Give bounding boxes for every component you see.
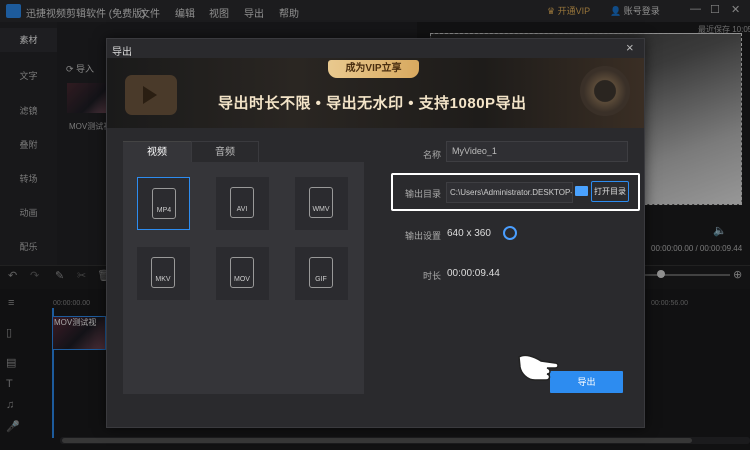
- file-icon: [152, 188, 176, 219]
- export-setting-label: 输出设置: [405, 231, 442, 241]
- dialog-title: 导出: [112, 47, 132, 58]
- name-input[interactable]: MyVideo_1: [446, 141, 628, 162]
- format-gif[interactable]: GIF: [295, 247, 348, 300]
- format-label: AVI: [236, 206, 248, 213]
- format-mov[interactable]: MOV: [216, 247, 269, 300]
- duration-value: 00:00:09.44: [447, 268, 500, 279]
- file-icon: [151, 257, 175, 288]
- folder-icon[interactable]: [575, 186, 588, 196]
- close-icon[interactable]: ×: [626, 40, 634, 55]
- film-reel-icon: [580, 66, 630, 116]
- format-label: WMV: [312, 206, 330, 213]
- format-label: MKV: [155, 276, 171, 283]
- pointing-hand-icon: [518, 354, 559, 381]
- format-mkv[interactable]: MKV: [137, 247, 190, 300]
- file-icon: [309, 257, 333, 288]
- file-icon: [230, 187, 254, 218]
- duration-label: 时长: [423, 271, 442, 281]
- file-icon: [309, 187, 333, 218]
- output-dir-input[interactable]: C:\Users\Administrator.DESKTOP-: [446, 182, 573, 203]
- output-dir-label: 输出目录: [405, 189, 442, 199]
- file-icon: [230, 257, 254, 288]
- format-label: MP4: [156, 207, 172, 214]
- export-setting-value: 640 x 360: [447, 228, 491, 239]
- format-mp4[interactable]: MP4: [137, 177, 190, 230]
- format-label: GIF: [315, 276, 327, 283]
- banner-headline: 导出时长不限 • 导出无水印 • 支持1080P导出: [218, 95, 527, 112]
- vip-badge: 成为VIP立享: [328, 60, 419, 78]
- play-icon: [143, 86, 157, 104]
- gear-icon[interactable]: [503, 226, 517, 240]
- name-label: 名称: [423, 150, 442, 160]
- tab-video[interactable]: 视频: [123, 141, 191, 163]
- format-label: MOV: [234, 276, 250, 283]
- open-directory-button[interactable]: 打开目录: [591, 181, 629, 202]
- format-avi[interactable]: AVI: [216, 177, 269, 230]
- tab-audio[interactable]: 音频: [191, 141, 259, 163]
- format-wmv[interactable]: WMV: [295, 177, 348, 230]
